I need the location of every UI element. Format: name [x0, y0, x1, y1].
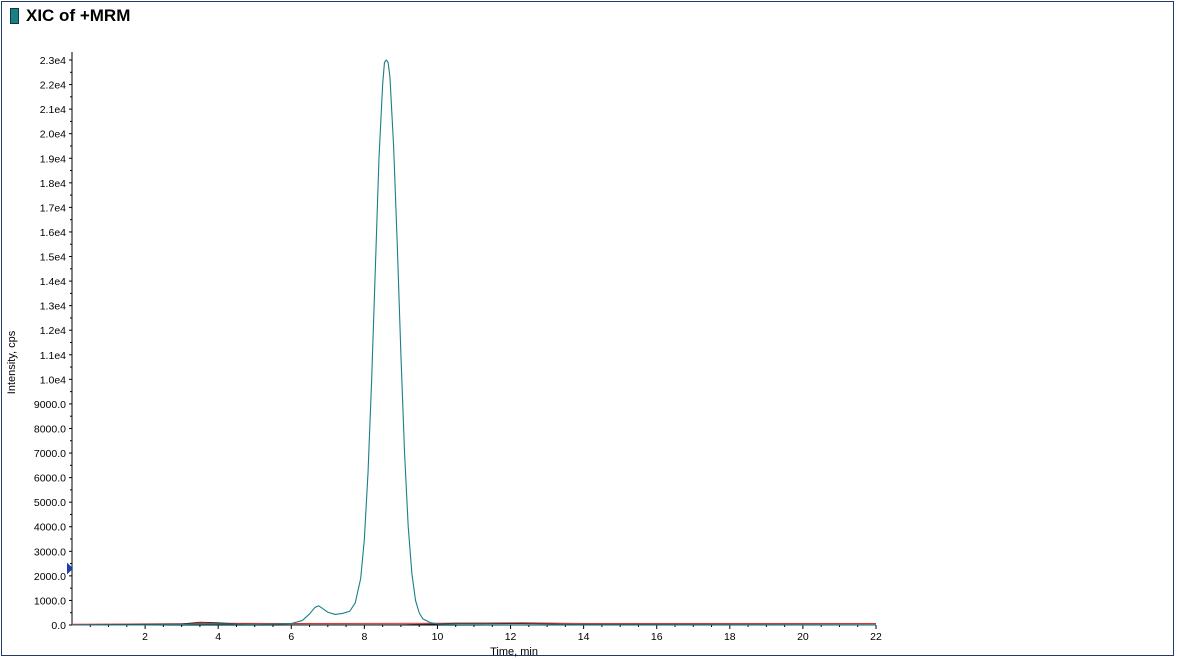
- y-tick-label: 1.2e4: [40, 325, 66, 337]
- y-tick-label: 1.8e4: [40, 178, 66, 190]
- y-tick-label: 4000.0: [34, 522, 66, 534]
- y-tick-label: 2000.0: [34, 571, 66, 583]
- x-tick-label: 14: [578, 631, 590, 643]
- xic-chart[interactable]: 0.0 1000.0 2000.0 3000.0 4000.0 5000.0 6000.0 7…: [0, 0, 1177, 659]
- y-tick-label: 1.6e4: [40, 227, 66, 239]
- y-tick-label: 3000.0: [34, 546, 66, 558]
- x-tick-label: 18: [724, 631, 736, 643]
- x-tick-labels: 2 4 6 8 10 12 14 16 18 20 22: [142, 631, 882, 643]
- y-tick-label: 0.0: [51, 620, 66, 632]
- x-tick-label: 12: [505, 631, 517, 643]
- axes: [71, 52, 876, 626]
- y-tick-label: 2.1e4: [40, 104, 66, 116]
- x-tick-label: 22: [870, 631, 882, 643]
- y-tick-label: 1.3e4: [40, 301, 66, 313]
- y-tick-label: 1.4e4: [40, 276, 66, 288]
- x-tick-label: 10: [432, 631, 444, 643]
- y-tick-label: 1.7e4: [40, 202, 66, 214]
- y-tick-label: 7000.0: [34, 448, 66, 460]
- y-tick-label: 6000.0: [34, 473, 66, 485]
- traces: [71, 59, 877, 626]
- y-tick-label: 1.9e4: [40, 153, 66, 165]
- y-tick-label: 2.3e4: [40, 55, 66, 67]
- y-tick-labels: 0.0 1000.0 2000.0 3000.0 4000.0 5000.0 6000.0 7…: [34, 55, 66, 632]
- x-tick-label: 6: [288, 631, 294, 643]
- y-tick-label: 9000.0: [34, 399, 66, 411]
- x-tick-label: 8: [361, 631, 367, 643]
- x-axis-title: Time, min: [490, 646, 538, 658]
- x-tick-label: 16: [651, 631, 663, 643]
- x-tick-label: 20: [797, 631, 809, 643]
- y-tick-label: 1.5e4: [40, 252, 66, 264]
- trace-line-0: [72, 59, 876, 626]
- y-tick-label: 1.1e4: [40, 350, 66, 362]
- x-tick-label: 2: [142, 631, 148, 643]
- tick-marks: [69, 59, 877, 629]
- y-tick-label: 2.0e4: [40, 129, 66, 141]
- y-tick-label: 2.2e4: [40, 80, 66, 92]
- y-tick-label: 5000.0: [34, 497, 66, 509]
- x-tick-label: 4: [215, 631, 221, 643]
- y-tick-label: 1.0e4: [40, 374, 66, 386]
- y-tick-label: 8000.0: [34, 423, 66, 435]
- y-tick-label: 1000.0: [34, 595, 66, 607]
- y-axis-title: Intensity, cps: [6, 330, 18, 394]
